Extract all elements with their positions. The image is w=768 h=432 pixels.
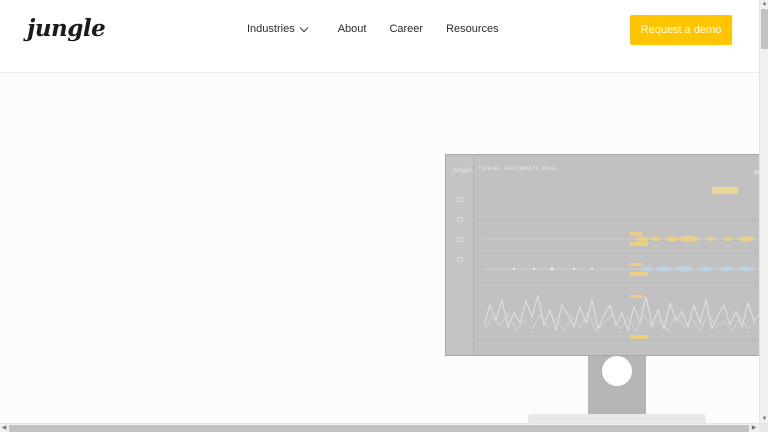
scroll-left-icon[interactable]: ◀ [0, 424, 8, 432]
screen-sidebar: jungle [446, 155, 474, 355]
logo[interactable]: jungle [27, 15, 106, 42]
nav-industries[interactable]: Industries [247, 23, 308, 35]
nav-industries-label: Industries [247, 23, 295, 35]
dashboard-monitor-image: jungle TURBINE PERFORMANCE MODEL [445, 154, 760, 356]
screen-main: TURBINE PERFORMANCE MODEL [474, 155, 760, 355]
page: jungle Industries About Career Resources… [0, 0, 768, 432]
monitor-base [528, 414, 706, 423]
scroll-down-icon[interactable]: ▼ [761, 415, 768, 423]
vertical-scroll-thumb[interactable] [761, 9, 768, 49]
screen-logo: jungle [453, 167, 472, 174]
scrollbar-corner [759, 423, 768, 432]
settings-icon [457, 257, 463, 262]
nav-career[interactable]: Career [389, 23, 423, 35]
main-nav: Industries About Career Resources [247, 23, 522, 35]
scroll-up-icon[interactable]: ▲ [761, 0, 768, 8]
vertical-scrollbar[interactable]: ▲ ▼ [759, 0, 768, 423]
home-icon [457, 197, 463, 202]
scroll-right-icon[interactable]: ▶ [750, 424, 758, 432]
screen-button [712, 187, 738, 194]
horizontal-scroll-thumb[interactable] [9, 425, 749, 432]
site-header: jungle Industries About Career Resources… [0, 0, 759, 73]
list-icon [457, 217, 463, 222]
horizontal-scrollbar[interactable]: ◀ ▶ [0, 423, 768, 432]
nav-resources[interactable]: Resources [446, 23, 499, 35]
chevron-down-icon [299, 23, 308, 32]
monitor-knob [602, 356, 632, 386]
nav-about[interactable]: About [338, 23, 367, 35]
dashboard-graphic [476, 170, 760, 341]
chart-icon [457, 237, 463, 242]
request-demo-button[interactable]: Request a demo [630, 15, 732, 45]
